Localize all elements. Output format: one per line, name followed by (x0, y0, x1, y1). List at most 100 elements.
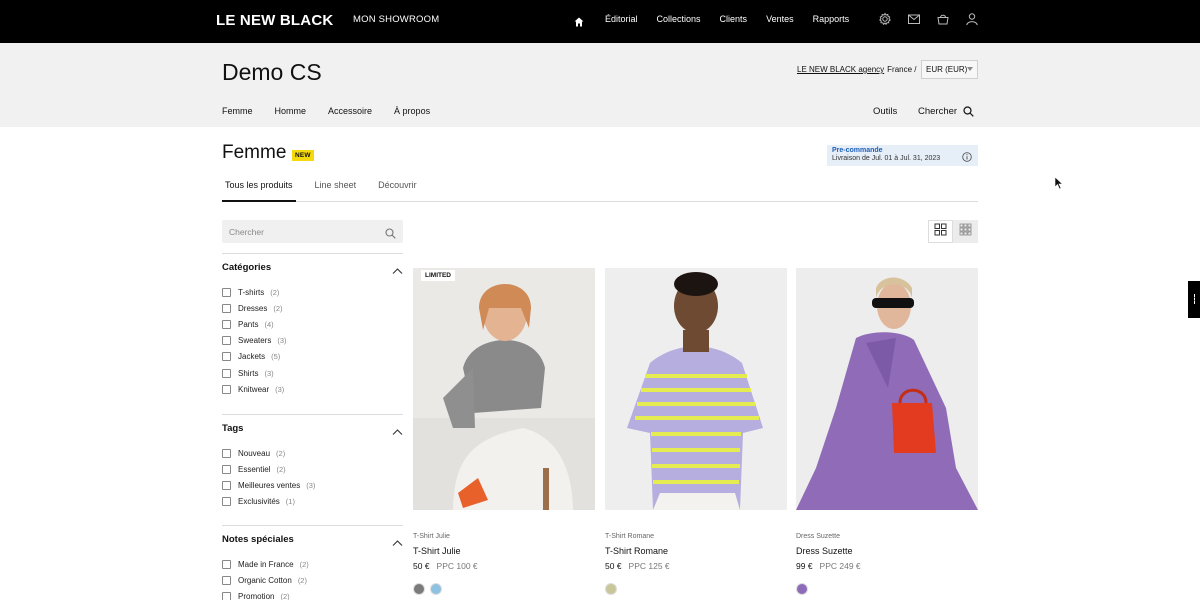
checkbox[interactable] (222, 448, 231, 458)
filter-option[interactable]: Shirts (3) (222, 365, 403, 381)
nav-rapports[interactable]: Rapports (813, 14, 850, 24)
product-image[interactable] (796, 268, 978, 510)
country-label: France / (887, 65, 917, 74)
settings-gear-icon[interactable] (878, 12, 892, 26)
checkbox[interactable] (222, 464, 231, 474)
product-card[interactable]: Dress Suzette Dress Suzette 99 € PPC 249… (796, 268, 978, 595)
search-icon[interactable] (385, 226, 396, 239)
checkbox[interactable] (222, 384, 231, 394)
product-subtitle: T-Shirt Romane (605, 533, 655, 540)
checkbox[interactable] (222, 336, 231, 346)
product-price-row: 50 € PPC 125 € (605, 561, 787, 571)
my-showroom-link[interactable]: MON SHOWROOM (353, 14, 439, 25)
category-homme[interactable]: Homme (275, 106, 307, 116)
filter-option[interactable]: T-shirts (2) (222, 284, 403, 300)
product-card[interactable]: T-Shirt Romane T-Shirt Romane 50 € PPC 1… (605, 268, 787, 595)
filter-title[interactable]: Tags (222, 423, 403, 434)
currency-select[interactable]: EUR (EUR) (921, 60, 978, 79)
cart-bag-icon[interactable] (936, 12, 950, 26)
header-search-link[interactable]: Chercher (918, 106, 974, 117)
filter-options: Made in France (2) Organic Cotton (2) Prom… (222, 556, 403, 600)
tab-discover[interactable]: Découvrir (375, 178, 420, 202)
product-name[interactable]: T-Shirt Julie (413, 546, 595, 556)
main-nav: Éditorial Collections Clients Ventes Rap… (574, 12, 868, 27)
color-swatch-light-blue[interactable] (430, 583, 442, 595)
filter-title[interactable]: Notes spéciales (222, 534, 403, 545)
filter-tags: Tags Nouveau (2) Essentiel (2) Meilleures … (222, 414, 403, 510)
preorder-title: Pre-commande (832, 147, 883, 154)
product-subtitle: T-Shirt Julie (413, 533, 450, 540)
color-swatch-striped[interactable] (605, 583, 617, 595)
option-label: Nouveau (238, 448, 271, 458)
category-accessoire[interactable]: Accessoire (328, 106, 372, 116)
sidebar-search-input[interactable] (222, 220, 372, 243)
header-search-label: Chercher (918, 106, 958, 117)
tab-all-products[interactable]: Tous les produits (222, 178, 296, 202)
filter-option[interactable]: Knitwear (3) (222, 381, 403, 397)
checkbox[interactable] (222, 352, 231, 362)
filter-option[interactable]: Dresses (2) (222, 300, 403, 316)
option-label: Pants (238, 319, 259, 329)
filter-option[interactable]: Meilleures ventes (3) (222, 477, 403, 493)
checkbox[interactable] (222, 480, 231, 490)
category-femme[interactable]: Femme (222, 106, 253, 116)
side-drawer-handle[interactable] (1188, 281, 1200, 318)
chevron-up-icon[interactable] (392, 423, 403, 435)
checkbox[interactable] (222, 303, 231, 313)
info-icon[interactable] (962, 149, 972, 162)
product-name[interactable]: T-Shirt Romane (605, 546, 787, 556)
product-image[interactable]: LIMITED (413, 268, 595, 510)
filter-options: Nouveau (2) Essentiel (2) Meilleures vente… (222, 445, 403, 510)
tab-line-sheet[interactable]: Line sheet (312, 178, 360, 202)
filter-option[interactable]: Essentiel (2) (222, 461, 403, 477)
filter-option[interactable]: Pants (4) (222, 316, 403, 332)
checkbox[interactable] (222, 497, 231, 507)
filter-option[interactable]: Exclusivités (1) (222, 494, 403, 510)
option-count: (3) (264, 368, 274, 378)
checkbox[interactable] (222, 559, 231, 569)
option-count: (5) (271, 352, 281, 362)
product-name[interactable]: Dress Suzette (796, 546, 978, 556)
product-photo-illustration (605, 268, 787, 510)
filter-option[interactable]: Nouveau (2) (222, 445, 403, 461)
filter-special-notes: Notes spéciales Made in France (2) Organi… (222, 525, 403, 600)
color-swatch-grey[interactable] (413, 583, 425, 595)
color-swatch-purple[interactable] (796, 583, 808, 595)
nav-ventes[interactable]: Ventes (766, 14, 794, 24)
agency-link[interactable]: LE NEW BLACK agency (797, 65, 884, 74)
small-grid-view-button[interactable] (953, 220, 978, 243)
option-count: (2) (273, 303, 283, 313)
filter-option[interactable]: Promotion (2) (222, 588, 403, 600)
checkbox[interactable] (222, 591, 231, 600)
inbox-icon[interactable] (907, 12, 921, 26)
chevron-up-icon[interactable] (392, 262, 403, 274)
product-card[interactable]: LIMITED T-Shirt Julie T-Shirt Julie 50 €… (413, 268, 595, 595)
currency-value: EUR (EUR) (926, 65, 968, 74)
filter-title[interactable]: Catégories (222, 262, 403, 273)
grid-large-icon (934, 223, 947, 241)
checkbox[interactable] (222, 575, 231, 585)
checkbox[interactable] (222, 368, 231, 378)
filter-option[interactable]: Organic Cotton (2) (222, 572, 403, 588)
checkbox[interactable] (222, 287, 231, 297)
page-title: Femme (222, 142, 287, 163)
filter-option[interactable]: Jackets (5) (222, 349, 403, 365)
new-badge: NEW (292, 150, 314, 161)
agency-info: LE NEW BLACK agency France / (797, 65, 917, 74)
tools-link[interactable]: Outils (873, 106, 897, 117)
chevron-up-icon[interactable] (392, 534, 403, 546)
nav-clients[interactable]: Clients (720, 14, 748, 24)
filter-option[interactable]: Made in France (2) (222, 556, 403, 572)
home-icon[interactable] (574, 14, 584, 27)
nav-editorial[interactable]: Éditorial (605, 14, 638, 24)
product-price-row: 50 € PPC 100 € (413, 561, 595, 571)
checkbox[interactable] (222, 319, 231, 329)
brand-logo[interactable]: LE NEW BLACK (216, 12, 333, 29)
user-account-icon[interactable] (965, 12, 979, 26)
large-grid-view-button[interactable] (928, 220, 953, 243)
product-image[interactable] (605, 268, 787, 510)
nav-collections[interactable]: Collections (657, 14, 701, 24)
category-a-propos[interactable]: À propos (394, 106, 430, 116)
filter-option[interactable]: Sweaters (3) (222, 333, 403, 349)
handle-grip-icon (1194, 294, 1195, 304)
